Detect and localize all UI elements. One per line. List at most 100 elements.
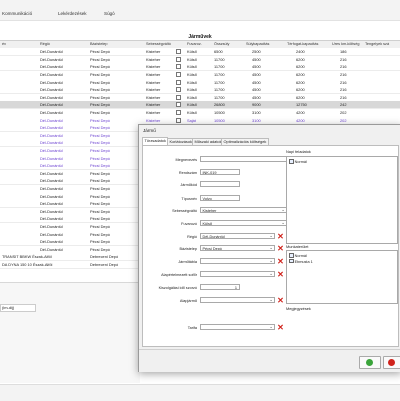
table-cell: Pécsi Depó xyxy=(90,185,110,191)
table-cell: 6200 xyxy=(296,64,305,70)
col-header[interactable]: Sebességváltó xyxy=(146,42,171,46)
jarmukod-input[interactable] xyxy=(200,181,240,187)
table-cell: Pécsi Depó xyxy=(90,56,110,62)
alapsofor-select[interactable] xyxy=(200,271,275,277)
row-checkbox[interactable] xyxy=(176,94,181,100)
table-cell: Pécsi Depó xyxy=(90,147,110,153)
tarifa-select[interactable] xyxy=(200,324,275,330)
col-header[interactable]: Térfogat-kapacitás xyxy=(287,42,318,46)
regio-select[interactable]: Dél-Dunántúl xyxy=(200,233,275,239)
table-cell: Dél-Dunántúl xyxy=(40,140,63,146)
table-cell: Dél-Dunántúl xyxy=(40,64,63,70)
table-cell: 11700 xyxy=(214,87,225,93)
table-cell: Dél-Dunántúl xyxy=(40,87,63,93)
table-cell: Dél-Dunántúl xyxy=(40,79,63,85)
menu-item-sugo[interactable]: Súgó xyxy=(104,11,115,16)
col-header[interactable]: Összsúly xyxy=(214,42,229,46)
table-cell: Dél-Dunántúl xyxy=(40,185,63,191)
row-checkbox[interactable] xyxy=(176,87,181,93)
tab-muszaki-adatok[interactable]: Műszaki adatok xyxy=(192,138,225,145)
table-cell: 4200 xyxy=(296,117,305,123)
table-cell: Pécsi Depó xyxy=(90,239,110,245)
left-panel-tab[interactable]: (im-dij) xyxy=(0,304,36,312)
row-checkbox[interactable] xyxy=(176,117,181,123)
tab-korlatozasok[interactable]: Korlátozások xyxy=(167,138,195,145)
tipusnev-input[interactable]: Volvo xyxy=(200,195,240,201)
table-cell: Dél-Dunántúl xyxy=(40,163,63,169)
col-header[interactable]: Súlykapacitás xyxy=(246,42,269,46)
megnevezes-input[interactable] xyxy=(200,156,287,162)
jarmutabla-label: Járműtábla xyxy=(178,260,197,264)
table-cell: Pécsi Depó xyxy=(90,117,110,123)
rendszam-input[interactable]: INK-019 xyxy=(200,169,240,175)
table-cell: Pécsi Depó xyxy=(90,140,110,146)
row-checkbox[interactable] xyxy=(176,71,181,77)
tab-optimalizacios-koltsegek[interactable]: Optimalizációs költségek xyxy=(221,138,269,145)
list-item[interactable]: Normál xyxy=(289,253,307,258)
table-cell: Külső xyxy=(187,49,197,55)
table-cell: 11700 xyxy=(214,79,225,85)
list-item[interactable]: Normál xyxy=(289,159,307,164)
table-cell: Pécsi Depó xyxy=(90,178,110,184)
row-checkbox[interactable] xyxy=(176,49,181,55)
clear-regio-icon[interactable]: ✕ xyxy=(277,232,284,240)
ok-button[interactable] xyxy=(359,356,381,369)
alapjarmu-select[interactable] xyxy=(200,297,275,303)
table-cell: Kisteher xyxy=(146,87,161,93)
menu-item-kommunikacio[interactable]: Kommunikáció xyxy=(2,11,32,16)
table-cell: Kisteher xyxy=(146,109,161,115)
row-checkbox[interactable] xyxy=(176,79,181,85)
table-cell: Dél-Dunántúl xyxy=(40,49,63,55)
table-cell: Dél-Dunántúl xyxy=(40,117,63,123)
row-checkbox[interactable] xyxy=(176,56,181,62)
table-cell: 4500 xyxy=(252,94,261,100)
col-header[interactable]: Bázistelep xyxy=(90,42,108,46)
table-cell: 186 xyxy=(340,49,347,55)
row-checkbox[interactable] xyxy=(176,64,181,70)
cancel-button[interactable] xyxy=(383,356,400,369)
table-cell: Kisteher xyxy=(146,102,161,108)
menu-item-lekerdezesek[interactable]: Lekérdezések xyxy=(58,11,87,16)
table-cell: Pécsi Depó xyxy=(90,102,110,108)
table-cell: 216 xyxy=(340,71,347,77)
cancel-icon xyxy=(388,359,395,366)
table-cell: 3100 xyxy=(252,109,261,115)
fuvarozo-select[interactable]: Külső xyxy=(200,220,287,226)
row-checkbox[interactable] xyxy=(176,109,181,115)
napi-feladatok-list: Normál xyxy=(286,156,398,244)
table-cell: Dél-Dunántúl xyxy=(40,223,63,229)
table-cell: 4500 xyxy=(252,71,261,77)
table-cell: Dél-Dunántúl xyxy=(40,102,63,108)
clear-tarifa-icon[interactable]: ✕ xyxy=(277,323,284,331)
col-header[interactable]: Régió xyxy=(40,42,50,46)
col-header[interactable]: Ures km-költség xyxy=(332,42,359,46)
row-checkbox[interactable] xyxy=(176,102,181,108)
list-item[interactable]: Ebmusta 1 xyxy=(289,258,313,264)
clear-alapsofor-icon[interactable]: ✕ xyxy=(277,270,284,278)
table-cell: 216 xyxy=(340,79,347,85)
col-header[interactable]: Tengelyek szá xyxy=(365,42,389,46)
table-cell: Dél-Dunántúl xyxy=(40,155,63,161)
tipusnev-label: Típusnév xyxy=(181,197,197,201)
col-header[interactable]: év xyxy=(2,42,6,46)
table-cell: 216 xyxy=(340,64,347,70)
tab-torzsadatok[interactable]: Törzsadatok xyxy=(142,137,169,145)
status-bar xyxy=(0,384,400,401)
table-cell: Dél-Dunántúl xyxy=(40,193,63,199)
col-header[interactable]: Fuvaroz. xyxy=(187,42,202,46)
munkaterulet-label: Munkaterület xyxy=(286,244,309,249)
table-cell: 11700 xyxy=(214,64,225,70)
clear-alapjarmu-icon[interactable]: ✕ xyxy=(277,296,284,304)
table-cell: Debreceni Depó xyxy=(90,261,119,267)
sebessegvalto-select[interactable]: Kisteher xyxy=(200,207,287,213)
clear-jarmutabla-icon[interactable]: ✕ xyxy=(277,257,284,265)
table-cell: Külső xyxy=(187,56,197,62)
jarmutabla-select[interactable] xyxy=(200,258,275,264)
table-cell: Külső xyxy=(187,109,197,115)
clear-bazistelep-icon[interactable]: ✕ xyxy=(277,244,284,252)
table-cell: 216 xyxy=(340,94,347,100)
szorzo-input[interactable]: 1 xyxy=(200,284,240,290)
table-cell: Külső xyxy=(187,71,197,77)
table-cell: 202 xyxy=(340,109,347,115)
bazistelep-select[interactable]: Pécsi Depó xyxy=(200,245,275,251)
